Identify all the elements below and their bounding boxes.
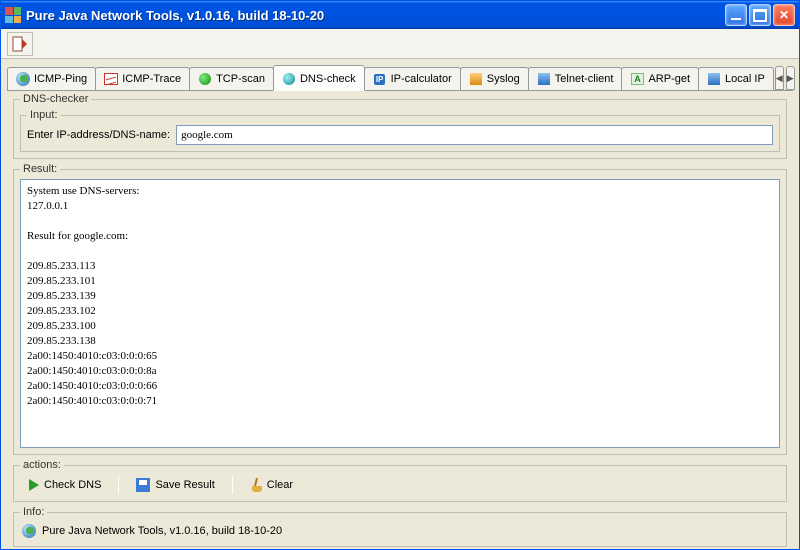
save-result-button[interactable]: Save Result xyxy=(127,475,223,495)
tab-tcp-scan[interactable]: TCP-scan xyxy=(189,67,274,90)
nic-icon xyxy=(707,72,721,86)
tab-label: ICMP-Ping xyxy=(34,73,87,85)
input-group: Input: Enter IP-address/DNS-name: xyxy=(20,109,780,152)
minimize-button[interactable] xyxy=(725,4,747,26)
button-label: Clear xyxy=(267,479,293,491)
button-label: Save Result xyxy=(155,479,214,491)
tab-syslog[interactable]: Syslog xyxy=(460,67,529,90)
button-label: Check DNS xyxy=(44,479,101,491)
tab-arp-get[interactable]: A ARP-get xyxy=(621,67,699,90)
globe-icon xyxy=(22,524,36,538)
tab-local-ip[interactable]: Local IP xyxy=(698,67,774,90)
input-label: Enter IP-address/DNS-name: xyxy=(27,129,170,141)
tab-icmp-trace[interactable]: ICMP-Trace xyxy=(95,67,190,90)
result-textarea[interactable]: System use DNS-servers: 127.0.0.1 Result… xyxy=(20,179,780,448)
tab-label: DNS-check xyxy=(300,73,356,85)
ip-badge-icon: IP xyxy=(373,72,387,86)
check-dns-button[interactable]: Check DNS xyxy=(20,476,110,494)
maximize-button[interactable] xyxy=(749,4,771,26)
arp-icon: A xyxy=(630,72,644,86)
clear-icon xyxy=(250,478,262,492)
result-legend: Result: xyxy=(20,163,60,175)
save-icon xyxy=(136,478,150,492)
tab-icmp-ping[interactable]: ICMP-Ping xyxy=(7,67,96,90)
tab-scroll-right[interactable]: ▶ xyxy=(786,66,795,90)
clear-button[interactable]: Clear xyxy=(241,475,302,495)
dns-checker-group: DNS-checker Input: Enter IP-address/DNS-… xyxy=(13,93,787,159)
tabbar: ICMP-Ping ICMP-Trace TCP-scan DNS-check … xyxy=(1,59,799,90)
tab-label: ARP-get xyxy=(648,73,690,85)
tab-label: Syslog xyxy=(487,73,520,85)
terminal-icon xyxy=(537,72,551,86)
group-title: DNS-checker xyxy=(20,93,91,105)
tab-scroll-left[interactable]: ◀ xyxy=(775,66,784,90)
info-group: Info: Pure Java Network Tools, v1.0.16, … xyxy=(13,506,787,547)
doc-icon xyxy=(469,72,483,86)
exit-button[interactable] xyxy=(7,32,33,56)
dot-teal-icon xyxy=(282,72,296,86)
window-title: Pure Java Network Tools, v1.0.16, build … xyxy=(26,8,725,23)
actions-legend: actions: xyxy=(20,459,64,471)
info-text: Pure Java Network Tools, v1.0.16, build … xyxy=(42,525,282,537)
exit-icon xyxy=(12,36,28,52)
tab-ip-calculator[interactable]: IP IP-calculator xyxy=(364,67,461,90)
input-legend: Input: xyxy=(27,109,61,121)
actions-group: actions: Check DNS Save Result Clear xyxy=(13,459,787,502)
tab-label: Telnet-client xyxy=(555,73,614,85)
titlebar[interactable]: Pure Java Network Tools, v1.0.16, build … xyxy=(1,1,799,29)
chart-icon xyxy=(104,72,118,86)
tab-dns-check[interactable]: DNS-check xyxy=(273,65,365,91)
globe-icon xyxy=(16,72,30,86)
app-window: Pure Java Network Tools, v1.0.16, build … xyxy=(0,0,800,550)
separator xyxy=(118,476,119,494)
tab-label: IP-calculator xyxy=(391,73,452,85)
play-icon xyxy=(29,479,39,491)
dns-name-input[interactable] xyxy=(176,125,773,145)
dot-green-icon xyxy=(198,72,212,86)
info-legend: Info: xyxy=(20,506,47,518)
app-icon xyxy=(5,7,21,23)
tab-content: DNS-checker Input: Enter IP-address/DNS-… xyxy=(7,90,793,549)
toolbar xyxy=(1,29,799,59)
separator xyxy=(232,476,233,494)
tab-label: Local IP xyxy=(725,73,765,85)
result-group: Result: System use DNS-servers: 127.0.0.… xyxy=(13,163,787,455)
tab-telnet-client[interactable]: Telnet-client xyxy=(528,67,623,90)
tab-label: TCP-scan xyxy=(216,73,265,85)
close-button[interactable] xyxy=(773,4,795,26)
tab-label: ICMP-Trace xyxy=(122,73,181,85)
